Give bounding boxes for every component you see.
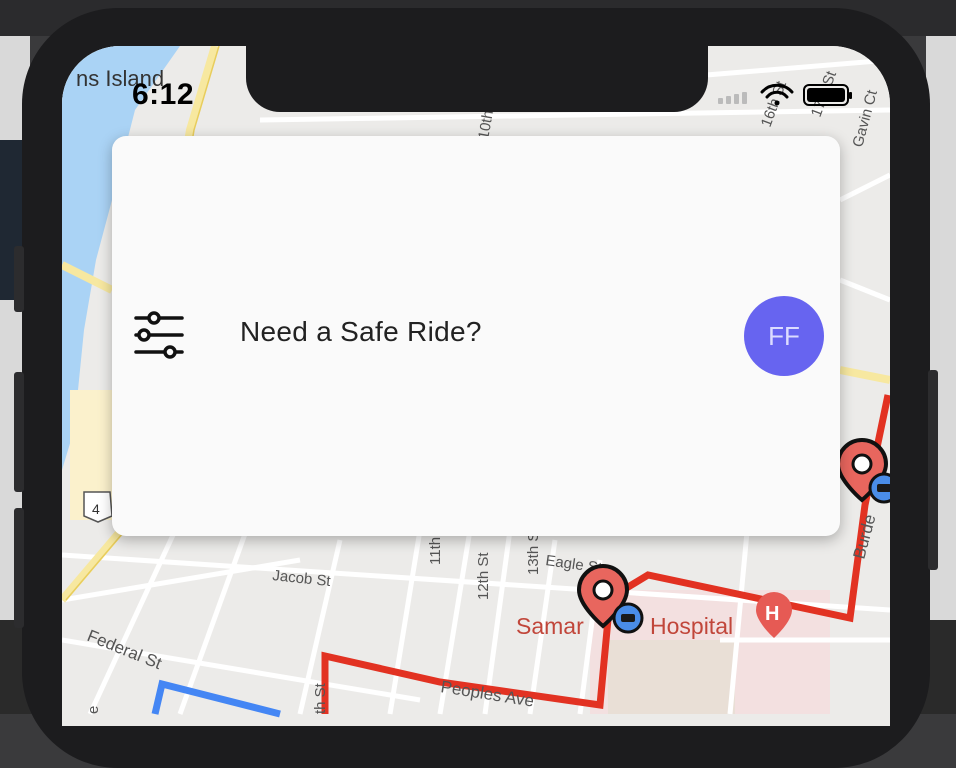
volume-down-button [14, 508, 24, 628]
label-th-street: th St [312, 682, 329, 714]
wifi-icon [760, 83, 794, 106]
label-hospital-right: Hospital [650, 613, 733, 639]
user-avatar[interactable]: FF [744, 296, 824, 376]
route-4-shield: 4 [83, 491, 113, 523]
phone-notch [246, 46, 708, 112]
volume-up-button [14, 372, 24, 492]
status-time: 6:12 [132, 78, 195, 111]
label-11th-street: 11th [427, 537, 444, 565]
power-button [928, 370, 938, 570]
label-hospital-left: Samar [516, 613, 584, 639]
mute-switch [14, 246, 24, 312]
label-e-street: e [85, 706, 102, 714]
ride-request-card: Need a Safe Ride? FF [112, 136, 840, 536]
sliders-icon[interactable] [132, 308, 186, 362]
signal-icon [718, 92, 747, 104]
svg-text:4: 4 [92, 501, 100, 517]
battery-icon [803, 84, 852, 106]
label-12th-street: 12th St [475, 552, 492, 600]
ride-prompt-text[interactable]: Need a Safe Ride? [240, 316, 482, 348]
status-icons [718, 82, 852, 115]
svg-text:H: H [765, 603, 779, 625]
